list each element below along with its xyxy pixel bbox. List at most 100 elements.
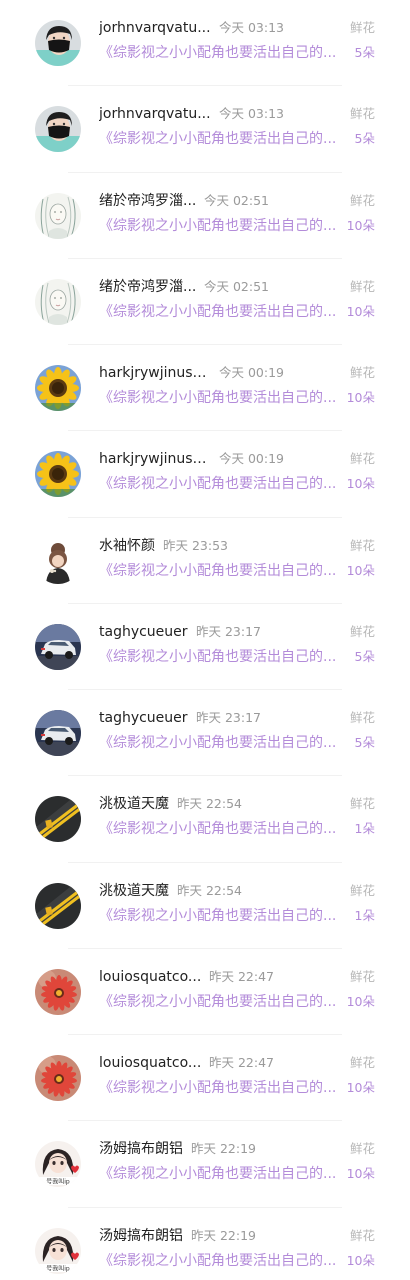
timestamp: 昨天 23:17 <box>196 623 261 639</box>
username[interactable]: jorhnvarqvatu... <box>99 105 211 123</box>
gift-record-row[interactable]: 号我叫ip 汤姆搞布朗铝 昨天 22:19 鲜花 《综影视之小小配角也要活出自己… <box>0 1121 410 1208</box>
book-title-link[interactable]: 《综影视之小小配角也要活出自己的... <box>99 217 343 235</box>
flower-count: 10朵 <box>346 993 375 1009</box>
flower-count: 5朵 <box>354 648 375 664</box>
gift-type-label: 鲜花 <box>349 968 375 984</box>
timestamp: 昨天 23:17 <box>196 710 261 726</box>
gift-record-row[interactable]: jorhnvarqvatu... 今天 03:13 鲜花 《综影视之小小配角也要… <box>0 0 410 87</box>
username[interactable]: 水袖怀颜 <box>99 537 155 555</box>
gift-type-label: 鲜花 <box>349 1227 375 1243</box>
book-title-link[interactable]: 《综影视之小小配角也要活出自己的... <box>99 907 343 925</box>
username[interactable]: 绪於帝鸿罗湽... <box>99 192 196 210</box>
gift-type-label: 鲜花 <box>349 796 375 812</box>
username[interactable]: taghycueuer <box>99 623 188 641</box>
book-title-link[interactable]: 《综影视之小小配角也要活出自己的... <box>99 734 343 752</box>
gift-record-row[interactable]: taghycueuer 昨天 23:17 鲜花 《综影视之小小配角也要活出自己的… <box>0 604 410 691</box>
gift-record-row[interactable]: 绪於帝鸿罗湽... 今天 02:51 鲜花 《综影视之小小配角也要活出自己的..… <box>0 259 410 346</box>
gift-type-label: 鲜花 <box>349 710 375 726</box>
gift-record-list: jorhnvarqvatu... 今天 03:13 鲜花 《综影视之小小配角也要… <box>0 0 410 1280</box>
flower-count: 10朵 <box>346 1252 375 1268</box>
flower-count: 10朵 <box>346 476 375 492</box>
timestamp: 昨天 23:53 <box>163 537 228 553</box>
username[interactable]: taghycueuer <box>99 709 188 727</box>
timestamp: 昨天 22:19 <box>191 1227 256 1243</box>
user-avatar[interactable]: 号我叫ip <box>35 1227 81 1274</box>
flower-count: 10朵 <box>346 217 375 233</box>
user-avatar[interactable] <box>35 882 81 929</box>
user-avatar[interactable] <box>35 796 81 843</box>
username[interactable]: harkjrywjinust... <box>99 364 211 382</box>
book-title-link[interactable]: 《综影视之小小配角也要活出自己的... <box>99 1079 343 1097</box>
gift-record-row[interactable]: taghycueuer 昨天 23:17 鲜花 《综影视之小小配角也要活出自己的… <box>0 690 410 777</box>
book-title-link[interactable]: 《综影视之小小配角也要活出自己的... <box>99 648 343 666</box>
flower-count: 1朵 <box>354 821 375 837</box>
gift-type-label: 鲜花 <box>349 192 375 208</box>
gift-record-row[interactable]: 号我叫ip 汤姆搞布朗铝 昨天 22:19 鲜花 《综影视之小小配角也要活出自己… <box>0 1208 410 1280</box>
flower-count: 5朵 <box>354 131 375 147</box>
gift-record-row[interactable]: jorhnvarqvatu... 今天 03:13 鲜花 《综影视之小小配角也要… <box>0 86 410 173</box>
book-title-link[interactable]: 《综影视之小小配角也要活出自己的... <box>99 475 343 493</box>
username[interactable]: louiosquatco... <box>99 1054 201 1072</box>
gift-type-label: 鲜花 <box>349 278 375 294</box>
book-title-link[interactable]: 《综影视之小小配角也要活出自己的... <box>99 993 343 1011</box>
gift-record-row[interactable]: 绪於帝鸿罗湽... 今天 02:51 鲜花 《综影视之小小配角也要活出自己的..… <box>0 173 410 259</box>
timestamp: 昨天 22:54 <box>177 882 242 898</box>
gift-record-row[interactable]: 水袖怀颜 昨天 23:53 鲜花 《综影视之小小配角也要活出自己的... 10朵 <box>0 518 410 604</box>
username[interactable]: 洮极道天魔 <box>99 795 169 813</box>
user-avatar[interactable] <box>35 968 81 1015</box>
timestamp: 今天 02:51 <box>204 278 269 294</box>
gift-type-label: 鲜花 <box>349 623 375 639</box>
gift-record-row[interactable]: louiosquatco... 昨天 22:47 鲜花 《综影视之小小配角也要活… <box>0 949 410 1036</box>
gift-type-label: 鲜花 <box>349 20 375 35</box>
flower-count: 5朵 <box>354 45 375 60</box>
flower-count: 10朵 <box>346 303 375 319</box>
flower-count: 10朵 <box>346 562 375 578</box>
svg-text:号我叫ip: 号我叫ip <box>46 1264 70 1272</box>
user-avatar[interactable] <box>35 20 81 66</box>
username[interactable]: 洮极道天魔 <box>99 882 169 900</box>
user-avatar[interactable] <box>35 192 81 239</box>
book-title-link[interactable]: 《综影视之小小配角也要活出自己的... <box>99 303 343 321</box>
username[interactable]: 汤姆搞布朗铝 <box>99 1227 183 1245</box>
gift-record-row[interactable]: 洮极道天魔 昨天 22:54 鲜花 《综影视之小小配角也要活出自己的... 1朵 <box>0 863 410 949</box>
book-title-link[interactable]: 《综影视之小小配角也要活出自己的... <box>99 389 343 407</box>
user-avatar[interactable] <box>35 365 81 412</box>
timestamp: 今天 00:19 <box>219 365 284 381</box>
username[interactable]: jorhnvarqvatu... <box>99 19 211 37</box>
user-avatar[interactable] <box>35 106 81 153</box>
gift-record-row[interactable]: louiosquatco... 昨天 22:47 鲜花 《综影视之小小配角也要活… <box>0 1035 410 1122</box>
username[interactable]: 绪於帝鸿罗湽... <box>99 278 196 296</box>
gift-type-label: 鲜花 <box>349 1141 375 1157</box>
timestamp: 今天 00:19 <box>219 451 284 467</box>
username[interactable]: harkjrywjinust... <box>99 450 211 468</box>
username[interactable]: louiosquatco... <box>99 968 201 986</box>
gift-type-label: 鲜花 <box>349 451 375 467</box>
flower-count: 10朵 <box>346 1080 375 1096</box>
gift-record-row[interactable]: harkjrywjinust... 今天 00:19 鲜花 《综影视之小小配角也… <box>0 431 410 518</box>
flower-count: 10朵 <box>346 390 375 406</box>
flower-count: 1朵 <box>354 907 375 923</box>
book-title-link[interactable]: 《综影视之小小配角也要活出自己的... <box>99 1252 343 1270</box>
user-avatar[interactable] <box>35 451 81 498</box>
user-avatar[interactable] <box>35 278 81 325</box>
gift-record-row[interactable]: harkjrywjinust... 今天 00:19 鲜花 《综影视之小小配角也… <box>0 345 410 432</box>
book-title-link[interactable]: 《综影视之小小配角也要活出自己的... <box>99 1165 343 1183</box>
user-avatar[interactable] <box>35 537 81 584</box>
book-title-link[interactable]: 《综影视之小小配角也要活出自己的... <box>99 44 343 62</box>
user-avatar[interactable] <box>35 710 81 757</box>
gift-type-label: 鲜花 <box>349 365 375 381</box>
svg-text:号我叫ip: 号我叫ip <box>46 1178 70 1186</box>
gift-record-row[interactable]: 洮极道天魔 昨天 22:54 鲜花 《综影视之小小配角也要活出自己的... 1朵 <box>0 776 410 863</box>
user-avatar[interactable] <box>35 623 81 670</box>
username[interactable]: 汤姆搞布朗铝 <box>99 1140 183 1158</box>
gift-type-label: 鲜花 <box>349 106 375 122</box>
user-avatar[interactable] <box>35 1055 81 1102</box>
book-title-link[interactable]: 《综影视之小小配角也要活出自己的... <box>99 820 343 838</box>
user-avatar[interactable]: 号我叫ip <box>35 1141 81 1188</box>
flower-count: 5朵 <box>354 735 375 751</box>
timestamp: 今天 02:51 <box>204 192 269 208</box>
book-title-link[interactable]: 《综影视之小小配角也要活出自己的... <box>99 130 343 148</box>
book-title-link[interactable]: 《综影视之小小配角也要活出自己的... <box>99 562 343 580</box>
timestamp: 今天 03:13 <box>219 106 284 122</box>
gift-type-label: 鲜花 <box>349 1055 375 1071</box>
